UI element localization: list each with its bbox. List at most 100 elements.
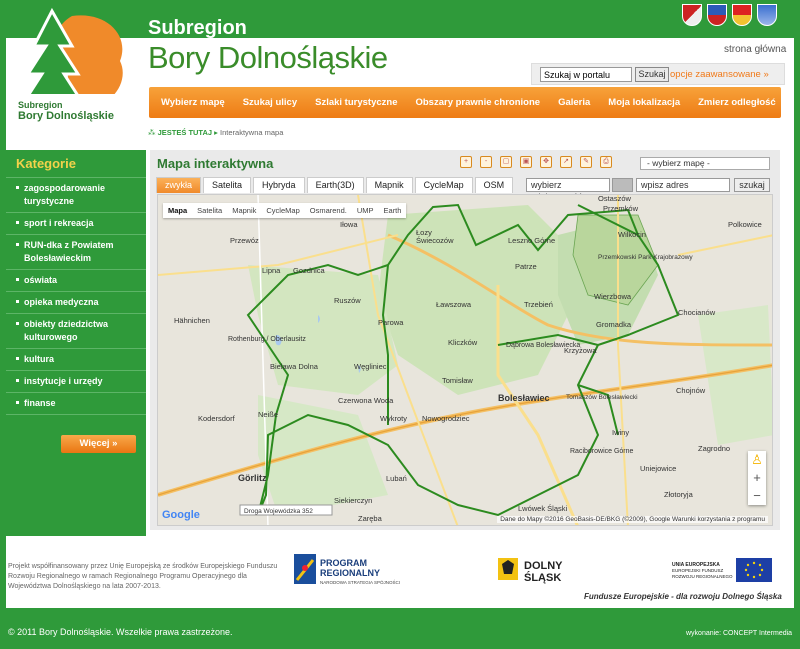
draw-icon[interactable]: ✎ <box>580 156 592 168</box>
sidebar-item-education[interactable]: oświata <box>6 270 146 292</box>
sidebar-item-institutions[interactable]: instytucje i urzędy <box>6 371 146 393</box>
nav-my-location[interactable]: Moja lokalizacja <box>599 97 689 108</box>
place-select[interactable]: wybierz miejscowość <box>526 178 610 202</box>
nav-measure-distance[interactable]: Zmierz odległość <box>689 97 785 108</box>
pegman-icon[interactable]: ♙ <box>748 451 766 469</box>
map-type-earth[interactable]: Earth <box>379 203 407 218</box>
map-label-ruszow: Ruszów <box>334 296 361 305</box>
map-label-lawszowa: Ławszowa <box>436 300 472 309</box>
executor-credit[interactable]: wykonanie: CONCEPT Intermedia <box>686 630 792 637</box>
map-label-uniejowice: Uniejowice <box>640 464 676 473</box>
dropdown-icon[interactable] <box>612 178 633 192</box>
map-label-przemkow: Przemków <box>603 204 639 213</box>
zoom-out-button[interactable]: − <box>748 487 766 505</box>
eu-logo[interactable]: UNIA EUROPEJSKA EUROPEJSKI FUNDUSZ ROZWO… <box>672 558 772 584</box>
map-panel: Mapa interaktywna + - ▢ ▣ ✥ ↗ ✎ ⎙ - wybi… <box>150 150 780 530</box>
sidebar-item-rundka[interactable]: RUN-dka z Powiatem Bolesławieckim <box>6 235 146 270</box>
program-regionalny-logo[interactable]: PROGRAM REGIONALNY NARODOWA STRATEGIA SP… <box>294 554 414 586</box>
tab-mapnik[interactable]: Mapnik <box>365 177 413 193</box>
crest-icon[interactable] <box>757 4 777 26</box>
map-label-raciborowice: Raciborowice Górne <box>570 448 634 455</box>
map-type-control: Mapa Satelita Mapnik CycleMap Osmarend. … <box>163 203 407 218</box>
map-type-ump[interactable]: UMP <box>352 203 379 218</box>
search-input[interactable] <box>540 67 632 82</box>
program-sub-text: NARODOWA STRATEGIA SPÓJNOŚCI <box>320 578 400 585</box>
map-type-mapa[interactable]: Mapa <box>163 203 192 218</box>
map-attribution[interactable]: Dane do Mapy ©2016 GeoBasis-DE/BKG (©200… <box>497 516 768 523</box>
tab-osm[interactable]: OSM <box>474 177 514 193</box>
crest-icon[interactable] <box>732 4 752 26</box>
map-label-wykroty: Wykroty <box>380 414 407 423</box>
more-button[interactable]: Więcej » <box>61 435 136 453</box>
tab-zwykla[interactable]: zwykła <box>156 177 202 193</box>
tab-earth3d[interactable]: Earth(3D) <box>306 177 364 193</box>
sidebar-item-tourism[interactable]: zagospodarowanie turystyczne <box>6 178 146 213</box>
tab-satelita[interactable]: Satelita <box>203 177 252 193</box>
nav-search-street[interactable]: Szukaj ulicy <box>234 97 306 108</box>
map-label-luban: Lubań <box>386 474 407 483</box>
map-label-weglaniec: Węgliniec <box>354 362 387 371</box>
zoom-in-icon[interactable]: + <box>460 156 472 168</box>
map-label-boleslawiec: Bolesławiec <box>498 393 550 403</box>
zoom-area-icon[interactable]: ▢ <box>500 156 512 168</box>
map-label-czerwona: Czerwona Woda <box>338 396 394 405</box>
map-select[interactable]: - wybierz mapę - <box>640 157 770 170</box>
tab-hybryda[interactable]: Hybryda <box>253 177 305 193</box>
map-type-mapnik[interactable]: Mapnik <box>227 203 261 218</box>
map-label-lwowek: Lwówek Śląski <box>518 504 568 513</box>
tab-cyclemap[interactable]: CycleMap <box>414 177 473 193</box>
logo-subregion-text: Subregion <box>18 100 63 110</box>
home-link[interactable]: strona główna <box>724 44 786 55</box>
dolny-text: DOLNY <box>524 560 563 572</box>
map-label-swiecozow: Świecozów <box>416 236 454 245</box>
zoom-out-icon[interactable]: - <box>480 156 492 168</box>
dolny-slask-logo[interactable]: DOLNY ŚLĄSK <box>498 556 578 584</box>
nav-select-map[interactable]: Wybierz mapę <box>149 97 234 108</box>
site-subtitle: Subregion <box>148 17 247 39</box>
sidebar-item-sport[interactable]: sport i rekreacja <box>6 213 146 235</box>
map-label-park: Przemkowski Park Krajobrazowy <box>598 254 693 261</box>
zoom-in-button[interactable]: + <box>748 469 766 487</box>
print-icon[interactable]: ⎙ <box>600 156 612 168</box>
crest-icon[interactable] <box>707 4 727 26</box>
sidebar-item-finance[interactable]: finanse <box>6 393 146 415</box>
map-label-trzebien: Trzebień <box>524 300 553 309</box>
map-type-cyclemap[interactable]: CycleMap <box>261 203 304 218</box>
map-label-polkowice: Polkowice <box>728 220 762 229</box>
map-label-ostaszow: Ostaszów <box>598 195 632 203</box>
map-label-tomislaw: Tomisław <box>442 376 473 385</box>
nav-gallery[interactable]: Galeria <box>549 97 599 108</box>
sidebar-title: Kategorie <box>6 150 146 178</box>
full-extent-icon[interactable]: ▣ <box>520 156 532 168</box>
crest-icon[interactable] <box>682 4 702 26</box>
map-label-wilkocin: Wilkocin <box>618 230 646 239</box>
map-graphic: Przewóz Iłowa Łozy Świecozów Leszno Górn… <box>158 195 772 525</box>
map-type-satelita[interactable]: Satelita <box>192 203 227 218</box>
breadcrumb: ⁂ JESTEŚ TUTAJ ▸ Interaktywna mapa <box>148 128 283 137</box>
sidebar-item-medical[interactable]: opieka medyczna <box>6 292 146 314</box>
measure-icon[interactable]: ↗ <box>560 156 572 168</box>
map-label-kliczkow: Kliczków <box>448 338 478 347</box>
map-label-gorlitz: Görlitz <box>238 473 267 483</box>
map-title: Mapa interaktywna <box>157 156 274 171</box>
advanced-search-link[interactable]: opcje zaawansowane » <box>670 69 769 80</box>
address-search-button[interactable]: szukaj <box>734 178 770 192</box>
google-logo: Google <box>162 509 200 521</box>
nav-tourist-trails[interactable]: Szlaki turystyczne <box>306 97 406 108</box>
address-input[interactable]: wpisz adres <box>636 178 730 192</box>
map-type-osmarend[interactable]: Osmarend. <box>305 203 352 218</box>
eu-line2-text: EUROPEJSKI FUNDUSZ <box>672 568 724 573</box>
map-label-chojnow: Chojnów <box>676 386 706 395</box>
search-button[interactable]: Szukaj <box>635 67 669 82</box>
map-canvas[interactable]: Przewóz Iłowa Łozy Świecozów Leszno Górn… <box>157 194 773 526</box>
logo-name-text: Bory Dolnośląskie <box>18 110 114 122</box>
sidebar-item-culture[interactable]: kultura <box>6 349 146 371</box>
map-label-gozdnica: Gozdnica <box>293 266 326 275</box>
sidebar-item-heritage[interactable]: obiekty dziedzictwa kulturowego <box>6 314 146 349</box>
pan-icon[interactable]: ✥ <box>540 156 552 168</box>
footer-text: Projekt współfinansowany przez Unię Euro… <box>8 563 278 590</box>
nav-protected-areas[interactable]: Obszary prawnie chronione <box>406 97 549 108</box>
map-label-tomaszow: Tomaszów Bolesławiecki <box>566 394 638 401</box>
map-label-zlotoryja: Złotoryja <box>664 490 694 499</box>
program-title-text: PROGRAM <box>320 558 367 568</box>
